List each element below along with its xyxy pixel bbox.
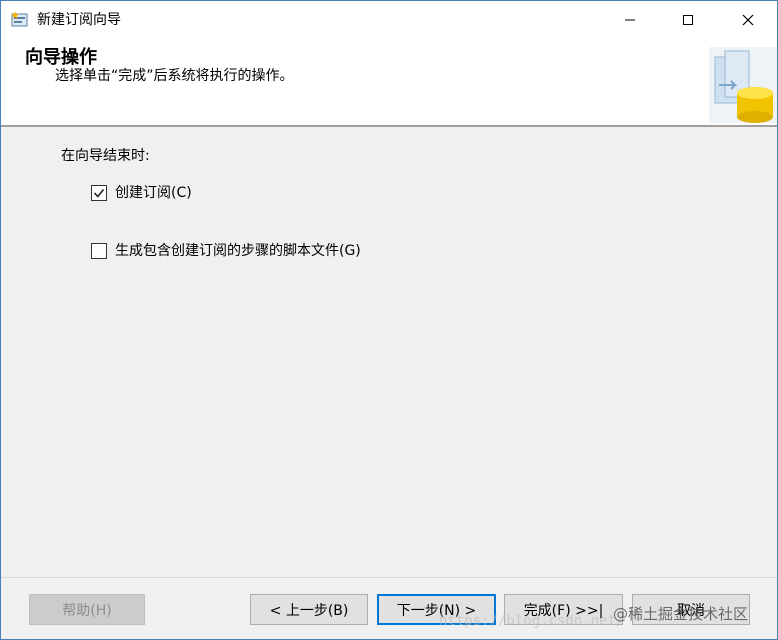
watermark-text: @稀土掘金技术社区 [613, 605, 749, 623]
create-subscription-checkbox[interactable] [91, 185, 107, 201]
wizard-icon [11, 11, 28, 27]
title-bar[interactable]: 新建订阅向导 [1, 1, 777, 39]
create-subscription-label: 创建订阅(C) [115, 185, 192, 201]
database-graphic-icon [709, 47, 777, 123]
section-label: 在向导结束时: [61, 148, 150, 164]
page-subtitle: 选择单击“完成”后系统将执行的操作。 [55, 68, 294, 84]
help-button[interactable]: 帮助(H) [29, 594, 145, 625]
close-icon [742, 14, 754, 26]
checkmark-icon [93, 188, 105, 198]
wizard-window: 新建订阅向导 向导操作 选择单击“完成”后系统将执行的操作。 在向导结束时: 创… [0, 0, 778, 640]
window-title: 新建订阅向导 [37, 12, 121, 28]
generate-script-checkbox[interactable] [91, 243, 107, 259]
create-subscription-option[interactable]: 创建订阅(C) [91, 183, 192, 203]
maximize-button[interactable] [659, 1, 717, 39]
generate-script-option[interactable]: 生成包含创建订阅的步骤的脚本文件(G) [91, 241, 361, 261]
page-title: 向导操作 [25, 47, 97, 68]
minimize-button[interactable] [601, 1, 659, 39]
wizard-content: 在向导结束时: 创建订阅(C) 生成包含创建订阅的步骤的脚本文件(G) [1, 129, 777, 577]
close-button[interactable] [719, 1, 777, 39]
wizard-header: 向导操作 选择单击“完成”后系统将执行的操作。 [1, 39, 777, 127]
maximize-icon [683, 15, 693, 25]
minimize-icon [625, 19, 635, 21]
generate-script-label: 生成包含创建订阅的步骤的脚本文件(G) [115, 243, 361, 259]
back-button[interactable]: < 上一步(B) [250, 594, 368, 625]
watermark-url: https://blog.csdn.net/ [439, 613, 625, 629]
